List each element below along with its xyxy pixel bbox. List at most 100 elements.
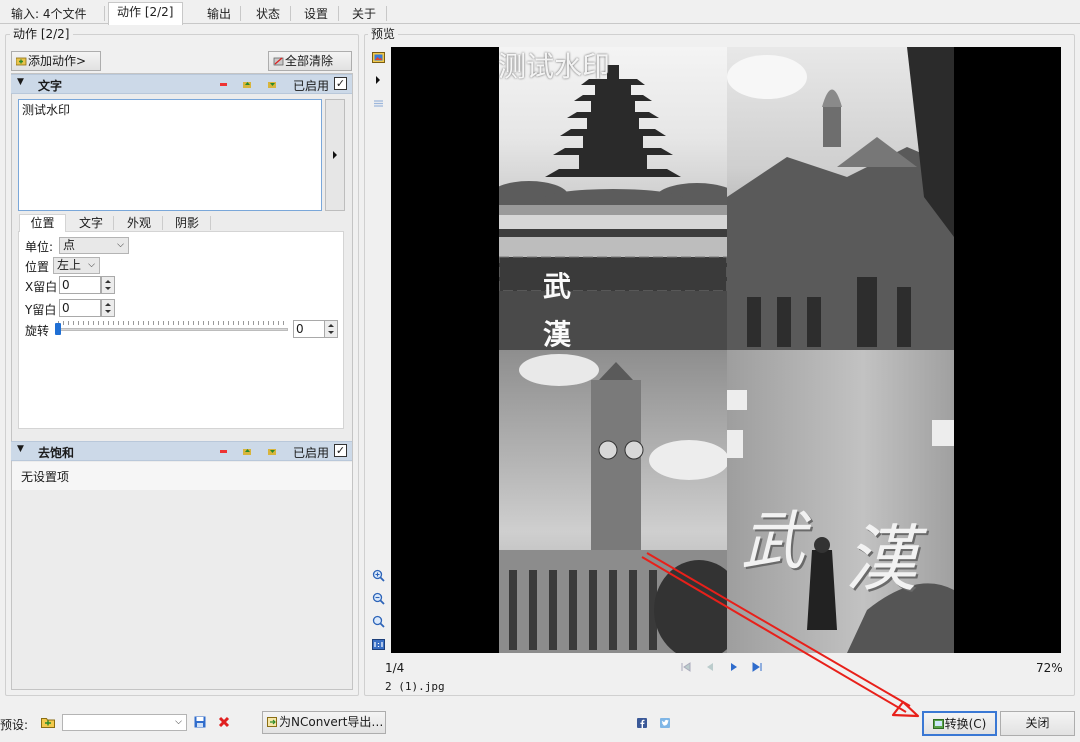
tab-separator: [290, 6, 291, 21]
current-filename: 2 (1).jpg: [385, 680, 445, 693]
rotate-input[interactable]: 0: [293, 320, 325, 338]
rotate-label: 旋转: [25, 324, 50, 338]
x-margin-input[interactable]: 0: [59, 276, 101, 294]
zoom-fit-icon[interactable]: [372, 615, 385, 628]
zoom-in-icon[interactable]: [372, 569, 385, 582]
desaturate-enabled-checkbox[interactable]: ✓: [334, 444, 347, 457]
tab-output[interactable]: 输出: [198, 4, 240, 24]
tab-separator: [104, 6, 105, 21]
tab-settings[interactable]: 设置: [295, 4, 337, 24]
subtab-position[interactable]: 位置: [19, 214, 66, 232]
image-preview[interactable]: 武 漢 武 漢 测试水印: [391, 47, 1061, 653]
export-nconvert-label: 为NConvert导出…: [279, 715, 384, 729]
subtab-separator: [113, 216, 114, 230]
tab-about[interactable]: 关于: [343, 4, 385, 24]
rotate-spinner[interactable]: [324, 320, 338, 338]
facebook-icon[interactable]: [637, 718, 647, 728]
y-margin-input[interactable]: 0: [59, 299, 101, 317]
convert-label: 转换(C): [944, 717, 987, 731]
photo-ornate-building: [727, 47, 954, 350]
sign-char-2: 漢: [543, 318, 572, 350]
add-action-button[interactable]: 添加动作>: [11, 51, 101, 71]
insert-variable-button[interactable]: [325, 99, 345, 211]
text-action-header[interactable]: ▼ 文字 已启用 ✓: [11, 74, 352, 94]
move-down-icon[interactable]: [268, 447, 277, 456]
desaturate-action-header[interactable]: ▼ 去饱和 已启用 ✓: [11, 441, 352, 461]
x-margin-spinner[interactable]: [101, 276, 115, 294]
y-margin-label: Y留白: [25, 303, 57, 317]
desaturate-enabled-label: 已启用: [293, 446, 330, 460]
clock-tower-illustration: [499, 354, 727, 653]
convert-button[interactable]: 转换(C): [922, 711, 997, 736]
clear-all-icon: [273, 57, 284, 66]
page-counter: 1/4: [385, 661, 405, 675]
remove-action-icon[interactable]: [219, 447, 228, 456]
rotate-slider-thumb[interactable]: [55, 323, 61, 335]
unit-select-value: 点: [63, 238, 76, 252]
rotate-slider-track[interactable]: [57, 328, 288, 331]
wall-char-1: 武: [741, 505, 805, 579]
text-action-enabled-label: 已启用: [293, 79, 330, 93]
preset-select[interactable]: ⌵: [62, 714, 187, 731]
subtab-shadow[interactable]: 阴影: [166, 216, 208, 231]
export-nconvert-button[interactable]: 为NConvert导出…: [262, 711, 386, 734]
next-page-icon[interactable]: [729, 662, 739, 672]
preview-group-title: 预览: [368, 27, 399, 41]
wall-char-2: 漢: [845, 517, 918, 601]
clear-all-button[interactable]: 全部清除: [268, 51, 352, 71]
close-button[interactable]: 关闭: [1000, 711, 1075, 736]
rotate-slider-ticks: [58, 321, 288, 325]
move-up-icon[interactable]: [243, 447, 252, 456]
open-preset-folder-icon[interactable]: [41, 716, 55, 728]
first-page-icon[interactable]: [681, 662, 691, 672]
watermark-overlay: 测试水印: [498, 50, 611, 83]
photo-clock-tower: [499, 350, 727, 653]
play-icon[interactable]: [375, 76, 381, 84]
unit-label: 单位:: [25, 240, 54, 254]
convert-icon: [932, 719, 944, 729]
export-icon: [267, 717, 277, 727]
save-preset-icon[interactable]: [194, 716, 206, 728]
list-icon[interactable]: [372, 97, 385, 110]
tab-separator: [386, 6, 387, 21]
position-select[interactable]: 左上 ⌵: [53, 257, 100, 274]
y-margin-spinner[interactable]: [101, 299, 115, 317]
subtab-text[interactable]: 文字: [70, 216, 112, 231]
add-action-label: 添加动作>: [28, 54, 87, 68]
chevron-down-icon: ⌵: [175, 717, 182, 727]
main-tab-bar: 输入: 4个文件 动作 [2/2] 输出 状态 设置 关于: [0, 0, 1080, 25]
x-margin-label: X留白: [25, 280, 58, 294]
collapse-caret-icon[interactable]: ▼: [17, 77, 24, 87]
last-page-icon[interactable]: [752, 662, 762, 672]
add-action-icon: [16, 57, 27, 66]
move-down-icon[interactable]: [268, 80, 277, 89]
no-settings-text: 无设置项: [21, 470, 70, 484]
text-action-enabled-checkbox[interactable]: ✓: [334, 77, 347, 90]
zoom-out-icon[interactable]: [372, 592, 385, 605]
move-up-icon[interactable]: [243, 80, 252, 89]
pagoda-illustration: [499, 65, 727, 350]
position-select-value: 左上: [57, 258, 82, 272]
actual-size-icon[interactable]: [372, 638, 385, 651]
remove-action-icon[interactable]: [219, 80, 228, 89]
tab-actions[interactable]: 动作 [2/2]: [108, 2, 183, 25]
image-view-icon[interactable]: [372, 51, 385, 64]
position-label: 位置: [25, 260, 50, 274]
collapse-caret-icon[interactable]: ▼: [17, 444, 24, 454]
subtab-appearance[interactable]: 外观: [118, 216, 160, 231]
previous-page-icon[interactable]: [705, 662, 715, 672]
watermark-text-input[interactable]: 测试水印: [18, 99, 322, 211]
photo-pagoda: 武 漢: [499, 47, 727, 350]
chevron-down-icon: ⌵: [117, 240, 124, 250]
zoom-level: 72%: [1036, 661, 1063, 675]
twitter-icon[interactable]: [660, 718, 670, 728]
preset-label: 预设:: [0, 718, 29, 732]
tab-separator: [240, 6, 241, 21]
desaturate-action-title: 去饱和: [38, 446, 75, 460]
delete-preset-icon[interactable]: [218, 716, 230, 728]
tab-status[interactable]: 状态: [247, 4, 289, 24]
tab-input[interactable]: 输入: 4个文件: [2, 4, 96, 24]
tab-separator: [338, 6, 339, 21]
arrow-right-icon: [333, 151, 337, 159]
unit-select[interactable]: 点 ⌵: [59, 237, 129, 254]
